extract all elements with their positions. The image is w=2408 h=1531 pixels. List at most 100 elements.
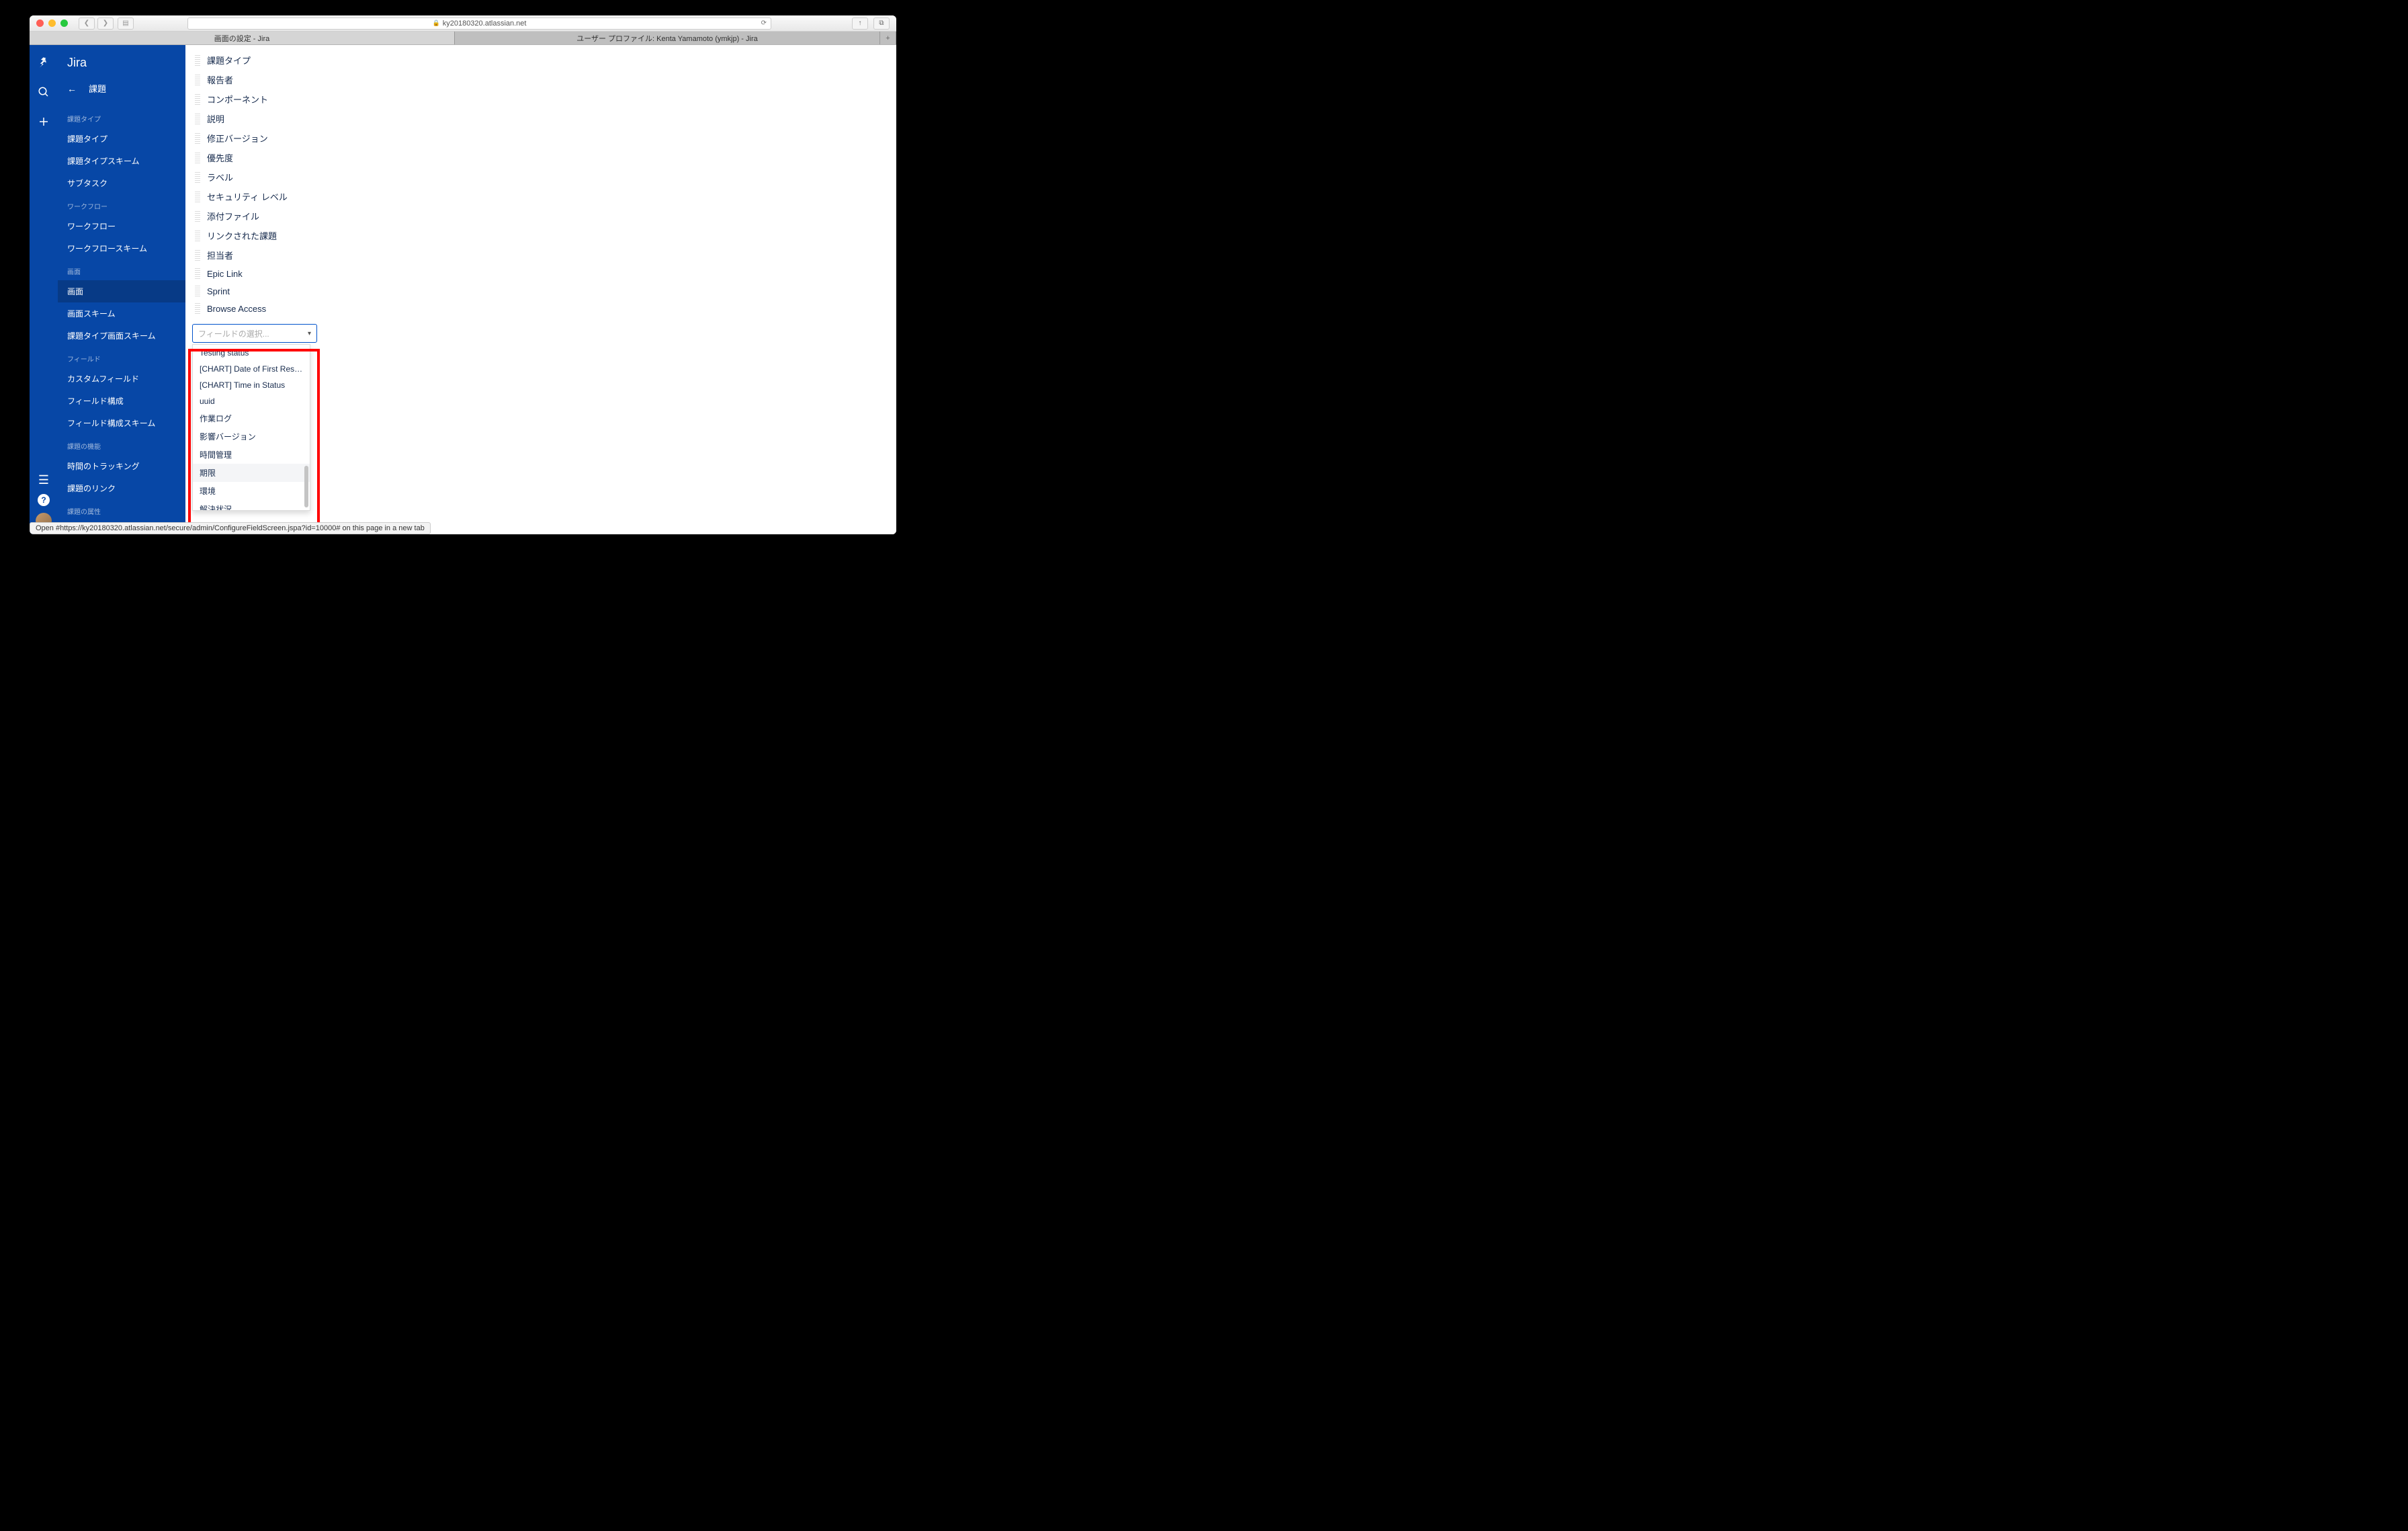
status-bar: Open #https://ky20180320.atlassian.net/s… [30, 522, 431, 534]
lock-icon: 🔒 [433, 19, 440, 27]
field-row[interactable]: Browse Access [185, 300, 896, 317]
field-label: 報告者 [207, 73, 233, 86]
dropdown-option[interactable]: [CHART] Date of First Respo... [193, 361, 310, 377]
menu-icon[interactable]: ☰ [38, 473, 49, 487]
field-label: コンポーネント [207, 93, 268, 106]
sidebar-item[interactable]: フィールド構成スキーム [58, 412, 185, 434]
sidebar-item[interactable]: ワークフロースキーム [58, 237, 185, 259]
sidebar-item[interactable]: 課題タイプスキーム [58, 150, 185, 172]
field-row[interactable]: 報告者 [185, 70, 896, 89]
sidebar-item[interactable]: 画面スキーム [58, 302, 185, 325]
drag-handle-icon[interactable] [195, 114, 200, 124]
field-row[interactable]: ラベル [185, 167, 896, 187]
sidebar-group-label: 課題の属性 [58, 499, 185, 520]
sidebar-item[interactable]: 課題タイプ画面スキーム [58, 325, 185, 347]
back-arrow-icon: ← [67, 83, 77, 94]
dropdown-option[interactable]: 環境 [193, 482, 310, 500]
sidebar-item[interactable]: 課題のリンク [58, 477, 185, 499]
sidebar-toggle-button[interactable]: ▤ [118, 17, 134, 30]
sidebar-item[interactable]: フィールド構成 [58, 390, 185, 412]
field-row[interactable]: コンポーネント [185, 89, 896, 109]
field-label: Epic Link [207, 269, 243, 279]
sidebar-group-label: フィールド [58, 347, 185, 368]
field-row[interactable]: 修正バージョン [185, 128, 896, 148]
field-label: 説明 [207, 112, 224, 125]
browser-window: ❮ ❯ ▤ 🔒 ky20180320.atlassian.net ⟳ ↑ ⧉ 画… [30, 15, 896, 534]
dropdown-option[interactable]: 期限 [193, 464, 310, 482]
browser-tab-0[interactable]: 画面の設定 - Jira [30, 32, 455, 44]
drag-handle-icon[interactable] [195, 231, 200, 241]
drag-handle-icon[interactable] [195, 55, 200, 66]
forward-button[interactable]: ❯ [97, 17, 114, 30]
sidebar-item[interactable]: 課題タイプ [58, 128, 185, 150]
field-label: リンクされた課題 [207, 229, 277, 242]
field-label: 修正バージョン [207, 132, 268, 144]
field-select[interactable]: フィールドの選択... ▾ [192, 324, 317, 343]
share-button[interactable]: ↑ [852, 17, 868, 30]
sidebar-group-label: 課題の機能 [58, 434, 185, 455]
maximize-window-button[interactable] [60, 19, 68, 27]
field-row[interactable]: Sprint [185, 282, 896, 300]
dropdown-option[interactable]: 影響バージョン [193, 427, 310, 446]
drag-handle-icon[interactable] [195, 172, 200, 183]
field-row[interactable]: 添付ファイル [185, 206, 896, 226]
traffic-lights [36, 19, 68, 27]
dropdown-option[interactable]: uuid [193, 393, 310, 409]
content-area: ☰ ? Jira ← 課題 課題タイプ課題タイプ課題タイプスキームサブタスクワー… [30, 45, 896, 534]
field-label: 添付ファイル [207, 210, 259, 222]
field-row[interactable]: セキュリティ レベル [185, 187, 896, 206]
create-icon[interactable] [36, 114, 52, 130]
field-label: Sprint [207, 286, 230, 296]
field-row[interactable]: リンクされた課題 [185, 226, 896, 245]
sidebar-item[interactable]: サブタスク [58, 172, 185, 194]
dropdown-scrollbar[interactable] [304, 466, 308, 507]
reload-icon[interactable]: ⟳ [761, 19, 767, 27]
sidebar-item[interactable]: ワークフロー [58, 215, 185, 237]
field-dropdown: Testing status[CHART] Date of First Resp… [192, 344, 310, 511]
search-icon[interactable] [36, 84, 52, 100]
dropdown-option[interactable]: Testing status [193, 345, 310, 361]
field-row[interactable]: 優先度 [185, 148, 896, 167]
app-title: Jira [58, 45, 185, 82]
drag-handle-icon[interactable] [195, 286, 200, 296]
sidebar-item[interactable]: カスタムフィールド [58, 368, 185, 390]
field-select-placeholder: フィールドの選択... [198, 328, 269, 339]
dropdown-option[interactable]: [CHART] Time in Status [193, 377, 310, 393]
field-row[interactable]: Epic Link [185, 265, 896, 282]
drag-handle-icon[interactable] [195, 75, 200, 85]
help-icon[interactable]: ? [38, 494, 50, 506]
drag-handle-icon[interactable] [195, 303, 200, 314]
field-row[interactable]: 担当者 [185, 245, 896, 265]
sidebar-item[interactable]: 画面 [58, 280, 185, 302]
field-label: Browse Access [207, 304, 266, 314]
drag-handle-icon[interactable] [195, 250, 200, 261]
back-button[interactable]: ❮ [79, 17, 95, 30]
drag-handle-icon[interactable] [195, 94, 200, 105]
drag-handle-icon[interactable] [195, 133, 200, 144]
field-label: 課題タイプ [207, 54, 251, 67]
jira-logo-icon[interactable] [36, 54, 52, 71]
dropdown-option[interactable]: 作業ログ [193, 409, 310, 427]
field-row[interactable]: 課題タイプ [185, 50, 896, 70]
nav-buttons: ❮ ❯ [79, 17, 114, 30]
drag-handle-icon[interactable] [195, 153, 200, 163]
field-label: 優先度 [207, 151, 233, 164]
drag-handle-icon[interactable] [195, 192, 200, 202]
field-row[interactable]: 説明 [185, 109, 896, 128]
sidebar-item[interactable]: 時間のトラッキング [58, 455, 185, 477]
sidebar-back[interactable]: ← 課題 [58, 82, 185, 107]
url-bar[interactable]: 🔒 ky20180320.atlassian.net ⟳ [187, 17, 771, 30]
main-panel: 課題タイプ報告者コンポーネント説明修正バージョン優先度ラベルセキュリティ レベル… [185, 45, 896, 534]
drag-handle-icon[interactable] [195, 211, 200, 222]
new-tab-button[interactable]: + [880, 32, 896, 44]
dropdown-option[interactable]: 時間管理 [193, 446, 310, 464]
dropdown-option[interactable]: 解決状況 [193, 500, 310, 511]
minimize-window-button[interactable] [48, 19, 56, 27]
sidebar-group-label: 課題タイプ [58, 107, 185, 128]
browser-tabbar: 画面の設定 - Jira ユーザー プロファイル: Kenta Yamamoto… [30, 32, 896, 45]
field-label: 担当者 [207, 249, 233, 261]
tabs-button[interactable]: ⧉ [873, 17, 890, 30]
drag-handle-icon[interactable] [195, 268, 200, 279]
close-window-button[interactable] [36, 19, 44, 27]
browser-tab-1[interactable]: ユーザー プロファイル: Kenta Yamamoto (ymkjp) - Ji… [455, 32, 880, 44]
